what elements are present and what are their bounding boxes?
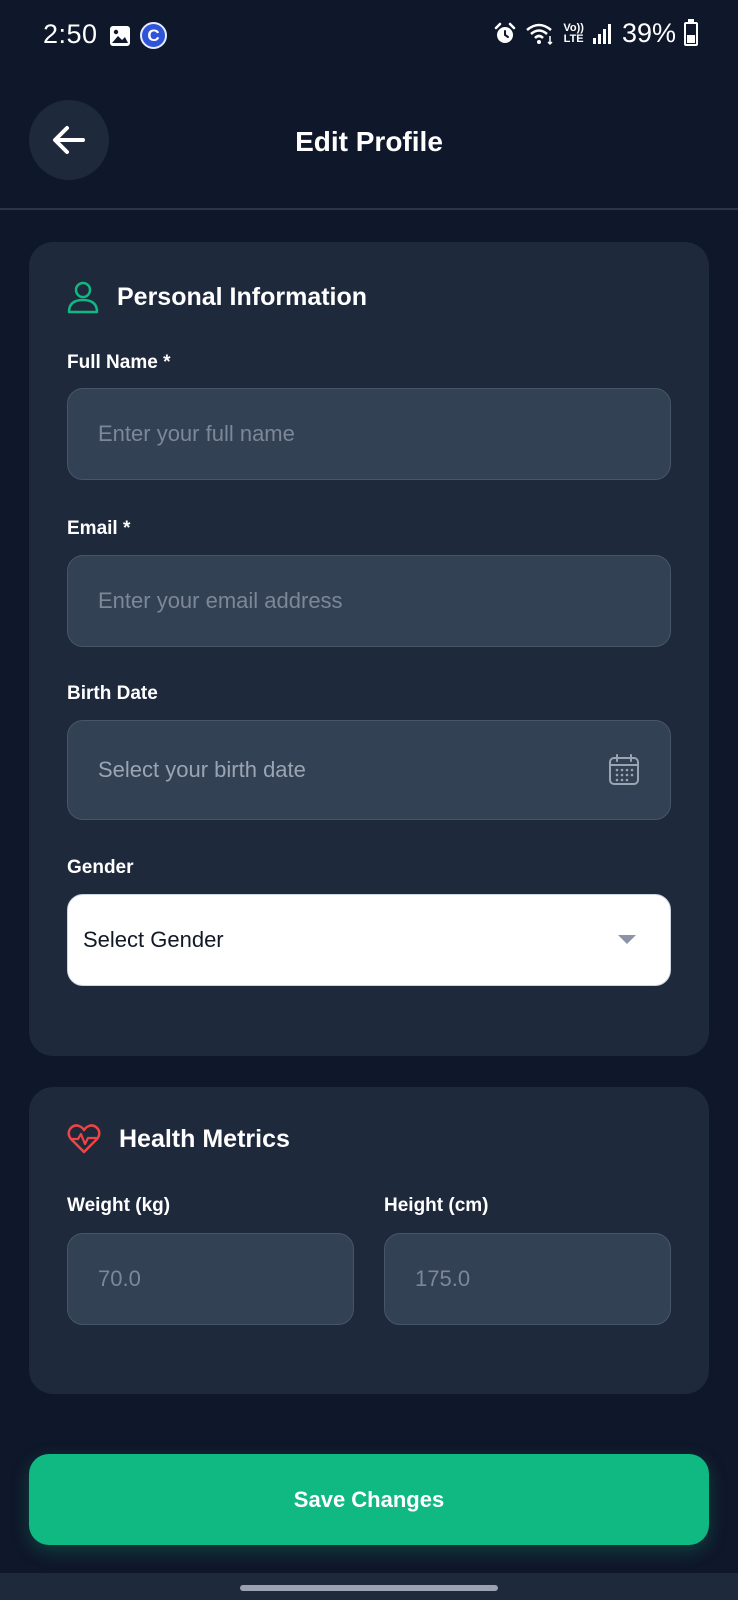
personal-information-card: Personal Information Full Name * Enter y…: [29, 242, 709, 1056]
weight-input[interactable]: 70.0: [67, 1233, 354, 1325]
weight-placeholder: 70.0: [98, 1266, 141, 1291]
section-title: Personal Information: [117, 282, 368, 311]
full-name-label: Full Name *: [67, 352, 171, 373]
personal-information-heading: Personal Information: [67, 280, 367, 314]
app-header: Edit Profile: [0, 90, 738, 210]
email-placeholder: Enter your email address: [98, 588, 343, 613]
gender-selected-value: Select Gender: [83, 927, 224, 952]
height-placeholder: 175.0: [415, 1266, 471, 1291]
page-title: Edit Profile: [295, 126, 443, 157]
height-input[interactable]: 175.0: [384, 1233, 671, 1325]
birth-date-picker[interactable]: Select your birth date: [67, 720, 671, 820]
status-bar: 2:50 C Vo)) LTE 39%: [0, 0, 738, 70]
battery-percentage: 39%: [621, 18, 676, 48]
save-changes-button[interactable]: Save Changes: [29, 1454, 709, 1545]
volte-indicator: Vo)) LTE: [563, 21, 584, 45]
health-metrics-card: Health Metrics Weight (kg) 70.0 Height (…: [29, 1087, 709, 1394]
full-name-input[interactable]: Enter your full name: [67, 388, 671, 480]
status-time: 2:50: [43, 19, 98, 49]
alarm-icon: [495, 22, 516, 43]
system-navigation-bar: [0, 1573, 738, 1600]
signal-icon: [592, 23, 611, 44]
gender-select[interactable]: Select Gender: [67, 894, 671, 986]
battery-icon: [684, 18, 698, 46]
notification-icons: C: [108, 22, 167, 49]
birth-date-label: Birth Date: [67, 683, 158, 704]
height-label: Height (cm): [384, 1195, 489, 1216]
heart-pulse-icon: [67, 1124, 101, 1154]
calendar-icon[interactable]: [608, 753, 640, 787]
gallery-icon: [110, 25, 130, 46]
chevron-down-icon: [618, 935, 636, 944]
email-input[interactable]: Enter your email address: [67, 555, 671, 647]
birth-date-placeholder: Select your birth date: [98, 757, 306, 782]
full-name-placeholder: Enter your full name: [98, 421, 295, 446]
weight-label: Weight (kg): [67, 1195, 171, 1216]
c-badge-icon: C: [140, 22, 167, 49]
wifi-icon: [526, 23, 553, 45]
system-icons: Vo)) LTE 39%: [493, 18, 698, 49]
section-title: Health Metrics: [119, 1124, 290, 1153]
email-label: Email *: [67, 518, 131, 539]
user-icon: [67, 281, 99, 314]
health-metrics-heading: Health Metrics: [67, 1123, 290, 1155]
edit-profile-screen: 2:50 C Vo)) LTE 39% Edit Profile Persona…: [0, 0, 738, 1600]
home-indicator[interactable]: [240, 1585, 498, 1591]
gender-label: Gender: [67, 857, 134, 878]
